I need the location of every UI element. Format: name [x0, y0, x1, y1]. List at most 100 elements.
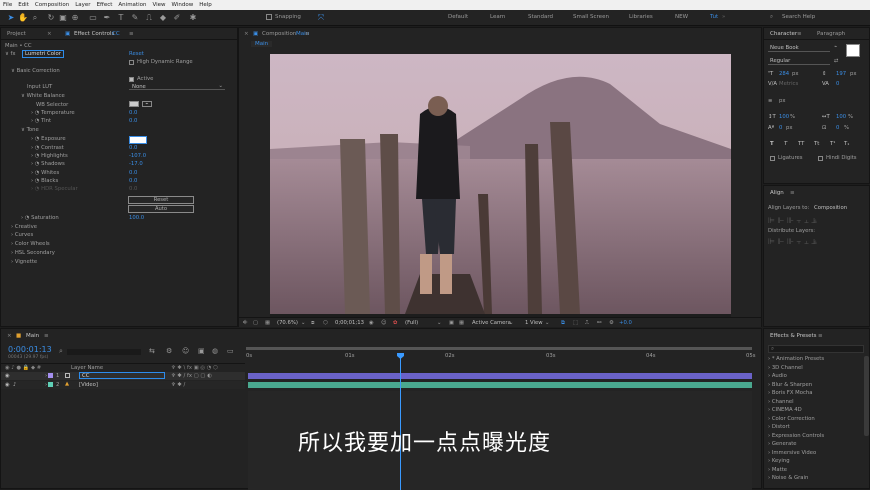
exposure-row[interactable]: › ◔ Exposure [31, 136, 66, 142]
zoom-dropdown[interactable]: (70.6%) [277, 320, 298, 326]
menu-effect[interactable]: Effect [97, 2, 113, 8]
video-frame[interactable] [270, 54, 731, 339]
section-color-wheels[interactable]: › Color Wheels [11, 241, 50, 247]
white-balance-section[interactable]: ∨ White Balance [21, 93, 65, 99]
effects-item[interactable]: › Generate [768, 441, 797, 447]
saturation-value[interactable]: 100.0 [129, 215, 144, 221]
effects-item[interactable]: › Channel [768, 399, 794, 405]
close-icon[interactable]: × [244, 31, 249, 37]
brush-tool-icon[interactable]: ✎ [130, 12, 140, 23]
layer-label-color[interactable] [48, 382, 53, 387]
blacks-value[interactable]: 0.0 [129, 178, 137, 184]
composition-flowchart-icon[interactable]: ⇆ [149, 347, 155, 355]
effects-item[interactable]: › Expression Controls [768, 433, 824, 439]
type-tool-icon[interactable]: T [116, 12, 126, 23]
work-area-bar[interactable] [246, 347, 752, 350]
eraser-tool-icon[interactable]: ◆ [158, 12, 168, 23]
lock-icon[interactable]: ▣ [253, 31, 258, 37]
hindi-digits-checkbox[interactable] [818, 156, 823, 161]
timeline-current-time[interactable]: 0:00:01:13 [8, 345, 52, 354]
workspace-learn[interactable]: Learn [490, 14, 505, 20]
whites-value[interactable]: 0.0 [129, 170, 137, 176]
hdr-checkbox[interactable] [129, 60, 134, 65]
snap-options-icon[interactable]: ⤧ [316, 12, 326, 23]
font-family-dropdown[interactable]: Neue Book [768, 44, 830, 52]
whites-row[interactable]: › ◔ Whites [31, 170, 59, 176]
tint-value[interactable]: 0.0 [129, 118, 137, 124]
tracking-value[interactable]: 0 [836, 81, 839, 87]
chevron-down-icon[interactable]: ⌄ [301, 320, 305, 326]
align-buttons-icon[interactable]: ⊫ ⊩ ⊪ ⫟ ⫠ ⫡ [768, 216, 817, 226]
layer-name-cc[interactable]: CC [79, 372, 165, 379]
effects-item[interactable]: › 3D Channel [768, 365, 803, 371]
panel-menu-icon[interactable]: ≡ [305, 31, 310, 37]
faux-italic-button[interactable]: T [784, 141, 787, 147]
menu-layer[interactable]: Layer [75, 2, 90, 8]
input-lut-dropdown[interactable]: None ⌄ [129, 83, 225, 90]
zoom-tool-icon[interactable]: ⌕ [30, 12, 40, 23]
wb-color-swatch[interactable] [129, 101, 139, 107]
tone-auto-button[interactable]: Auto [128, 205, 194, 213]
panel-menu-icon[interactable]: ≡ [818, 333, 823, 339]
highlights-value[interactable]: -107.0 [129, 153, 146, 159]
effects-item[interactable]: › Keying [768, 458, 790, 464]
current-time-display[interactable]: 0;00;01;13 [335, 320, 364, 326]
panel-menu-icon[interactable]: ≡ [44, 333, 49, 339]
exposure-value[interactable]: +0.0 [619, 320, 632, 326]
tab-composition[interactable]: Composition [262, 31, 296, 37]
camera-dropdown[interactable]: Active Camera [472, 320, 511, 326]
puppet-tool-icon[interactable]: ✱ [188, 12, 198, 23]
tab-character[interactable]: Character [770, 31, 797, 37]
blacks-row[interactable]: › ◔ Blacks [31, 178, 58, 184]
highlights-row[interactable]: › ◔ Highlights [31, 153, 68, 159]
search-help-input[interactable]: Search Help [782, 14, 815, 20]
fill-color-swatch[interactable] [846, 44, 860, 57]
shadows-row[interactable]: › ◔ Shadows [31, 161, 65, 167]
snapping-checkbox[interactable] [266, 14, 272, 20]
panel-menu-icon[interactable]: ≡ [129, 31, 134, 37]
all-caps-button[interactable]: TT [798, 141, 804, 147]
layer-bar-video[interactable] [248, 382, 752, 388]
timeline-icon[interactable]: ⎍ [585, 320, 589, 327]
effects-item[interactable]: › Distort [768, 424, 790, 430]
transparency-grid-icon[interactable]: ▦ [265, 320, 270, 326]
view-layout-dropdown[interactable]: 1 View [525, 320, 543, 326]
effects-item[interactable]: › CINEMA 4D [768, 407, 802, 413]
vertical-scale-value[interactable]: 100 [779, 114, 789, 120]
effects-item[interactable]: › Boris FX Mocha [768, 390, 812, 396]
effects-item[interactable]: › Blur & Sharpen [768, 382, 812, 388]
audio-icon[interactable]: ♪ [13, 382, 16, 388]
contrast-row[interactable]: › ◔ Contrast [31, 145, 64, 151]
distribute-buttons-icon[interactable]: ⊫ ⊩ ⊪ ⫟ ⫠ ⫡ [768, 237, 817, 247]
close-icon[interactable]: × [47, 31, 52, 37]
workspace-new[interactable]: NEW [675, 14, 688, 20]
leading-value[interactable]: 197 [836, 71, 846, 77]
effects-item[interactable]: › Noise & Grain [768, 475, 808, 481]
menu-animation[interactable]: Animation [118, 2, 146, 8]
effect-name-lumetri[interactable]: Lumetri Color [22, 50, 64, 58]
effects-item[interactable]: › * Animation Presets [768, 356, 824, 362]
show-snapshot-icon[interactable]: ☺ [381, 320, 387, 326]
font-style-dropdown[interactable]: Regular [768, 57, 830, 65]
active-checkbox[interactable] [129, 77, 134, 82]
superscript-button[interactable]: T¹ [830, 141, 835, 147]
tsume-value[interactable]: 0 [836, 125, 839, 131]
selection-tool-icon[interactable]: ➤ [6, 12, 16, 23]
tone-reset-button[interactable]: Reset [128, 196, 194, 204]
effects-item[interactable]: › Immersive Video [768, 450, 816, 456]
expand-arrow-icon[interactable]: › [45, 373, 47, 379]
lock-icon[interactable]: ▣ [65, 31, 70, 37]
menu-composition[interactable]: Composition [35, 2, 69, 8]
pen-tool-icon[interactable]: ✒ [102, 12, 112, 23]
eyedropper-icon[interactable]: ⌁ [834, 44, 837, 50]
eye-icon[interactable]: ◉ [5, 373, 10, 379]
horizontal-scale-value[interactable]: 100 [836, 114, 846, 120]
shy-icon[interactable]: ☺ [182, 347, 189, 355]
subscript-button[interactable]: T₁ [844, 141, 849, 147]
pan-behind-tool-icon[interactable]: ⊕ [70, 12, 80, 23]
section-hsl-secondary[interactable]: › HSL Secondary [11, 250, 55, 256]
flowchart-icon[interactable]: ⚯ [597, 320, 601, 326]
effects-search-input[interactable]: ⌕ [768, 345, 864, 353]
workspace-overflow-icon[interactable]: » [722, 14, 725, 20]
tab-effect-controls[interactable]: Effect Controls [74, 31, 114, 37]
